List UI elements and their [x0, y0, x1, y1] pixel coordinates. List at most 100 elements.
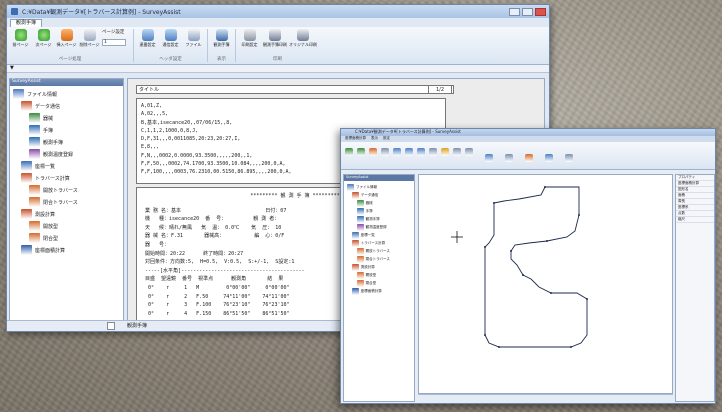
ribbon-tool-icon[interactable] [505, 154, 513, 162]
tree-item-label: 座標面積計算 [360, 288, 382, 293]
tree-item-icon [356, 223, 364, 231]
tree-item[interactable]: 開放トラバース [347, 247, 411, 255]
tree-item-label: 観測手簿 [43, 139, 64, 146]
ribbon-tool-icon[interactable] [525, 154, 533, 162]
boundary-points [484, 186, 588, 348]
tab-observation-book[interactable]: 観測手簿 [10, 19, 43, 27]
tree-item[interactable]: データ通信 [13, 100, 120, 112]
tree-item[interactable]: ファイル情報 [347, 183, 411, 191]
ribbon-tool-icon[interactable] [453, 148, 461, 156]
delete-page-button[interactable]: 削除ページ [79, 29, 100, 56]
close-button[interactable] [535, 7, 546, 16]
tree-item[interactable]: 座標一覧 [347, 231, 411, 239]
page-dropdown[interactable]: 1 [102, 39, 126, 46]
ribbon-tool-icon[interactable] [429, 148, 437, 156]
title-field[interactable]: タイトル [136, 85, 454, 94]
tree-item-icon [21, 209, 32, 219]
tree-item[interactable]: 観測手簿 [13, 136, 120, 148]
ribbon-tool-icon[interactable] [369, 148, 377, 156]
tree-item[interactable]: 閉合トラバース [347, 255, 411, 263]
drawing-canvas[interactable] [418, 174, 673, 394]
tree-item[interactable]: データ通信 [347, 191, 411, 199]
tree-item-label: 閉合トラバース [43, 199, 78, 206]
ribbon-tool-icon[interactable] [485, 154, 493, 162]
book-print-button[interactable]: 観測手簿印刷 [262, 29, 288, 56]
tree-item[interactable]: 測設計算 [347, 263, 411, 271]
print-setting-button[interactable]: 印刷設定 [239, 29, 260, 56]
tree-item-label: 開放トラバース [365, 248, 390, 253]
tree-item[interactable]: トラバース計算 [347, 239, 411, 247]
app-icon [11, 8, 18, 15]
tree-item[interactable]: ファイル情報 [13, 88, 120, 100]
ribbon-2 [341, 142, 715, 170]
tree-item[interactable]: 器械 [13, 112, 120, 124]
area-calc-window: C:¥Data¥観測データ¥[トラバース計算例] - SurveyAssist … [340, 128, 716, 404]
file-button[interactable]: ファイル [183, 29, 204, 56]
tree-item[interactable]: 観測温度登録 [13, 148, 120, 160]
ribbon-tool-icon[interactable] [565, 154, 573, 162]
tree-item[interactable]: 閉合型 [347, 279, 411, 287]
tree-item[interactable]: 開放型 [347, 271, 411, 279]
maximize-button[interactable] [522, 7, 533, 16]
ribbon-tool-icon[interactable] [393, 148, 401, 156]
ribbon-tool-icon[interactable] [357, 148, 365, 156]
tree-item[interactable]: 手簿 [347, 207, 411, 215]
observation-book-button[interactable]: 観測手簿 [211, 29, 232, 56]
status-toggle[interactable] [107, 322, 115, 330]
tree-item-icon [13, 89, 24, 99]
minimize-button[interactable] [509, 7, 520, 16]
tree-item-icon [356, 215, 364, 223]
tree-item-label: 開放トラバース [43, 187, 78, 194]
group-page: 前ページ 次ページ 挿入ページ 削除ページ ページ設定 1 ページ処理 [10, 29, 134, 62]
serial-setting-button[interactable]: 連番設定 [137, 29, 158, 56]
tree-item-icon [29, 233, 40, 243]
serial-icon [141, 29, 154, 41]
ribbon-tool-icon[interactable] [405, 148, 413, 156]
tree-item-icon [21, 101, 32, 111]
tree-item-label: 測設計算 [360, 264, 375, 269]
tree-item-label: 観測温度登録 [365, 224, 387, 229]
ribbon-tool-icon[interactable] [345, 148, 353, 156]
delete-page-icon [83, 29, 96, 41]
quick-bar[interactable]: ▼ [7, 65, 549, 73]
tree-item-icon [356, 207, 364, 215]
tree-item[interactable]: 閉合トラバース [13, 196, 120, 208]
tree-item[interactable]: 観測温度登録 [347, 223, 411, 231]
tree-item[interactable]: 開放トラバース [13, 184, 120, 196]
next-page-button[interactable]: 次ページ [33, 29, 54, 56]
ribbon-tool-icon[interactable] [465, 148, 473, 156]
tree-item-icon [351, 263, 359, 271]
ribbon-tool-icon[interactable] [441, 148, 449, 156]
ribbon-tool-icon[interactable] [417, 148, 425, 156]
tree-item-label: 器械 [43, 115, 54, 122]
tree-item[interactable]: 閉合型 [13, 232, 120, 244]
ribbon-tool-icon[interactable] [381, 148, 389, 156]
tree-item-label: 閉合型 [365, 280, 377, 285]
insert-page-icon [60, 29, 73, 41]
group-header: 連番設定 通信設定 ファイル ヘッダ設定 [137, 29, 208, 62]
printer-icon [243, 29, 256, 41]
group-view: 観測手簿 表示 [211, 29, 236, 62]
tree-item-icon [347, 183, 354, 191]
tree-item[interactable]: 座標一覧 [13, 160, 120, 172]
tree-item[interactable]: 座標面積計算 [13, 244, 120, 256]
original-print-button[interactable]: オリジナル印刷 [289, 29, 317, 56]
tree-item[interactable]: トラバース計算 [13, 172, 120, 184]
tree-item[interactable]: 器械 [347, 199, 411, 207]
property-panel: プロパティ 座標面積計算 図形名 面積 周長 座標系 点数 縮尺 [675, 174, 715, 402]
comm-setting-button[interactable]: 通信設定 [160, 29, 181, 56]
tree-item[interactable]: 手簿 [13, 124, 120, 136]
tree-item[interactable]: 座標面積計算 [347, 287, 411, 295]
original-print-icon [297, 29, 309, 41]
insert-page-button[interactable]: 挿入ページ [56, 29, 77, 56]
tree-item[interactable]: 観測手簿 [347, 215, 411, 223]
prev-page-button[interactable]: 前ページ [10, 29, 31, 56]
tree-item-label: 観測手簿 [365, 216, 380, 221]
tree-item-icon [29, 125, 40, 135]
ribbon-tool-icon[interactable] [545, 154, 553, 162]
tree-item[interactable]: 測設計算 [13, 208, 120, 220]
tree-item-icon [29, 197, 40, 207]
tree-item[interactable]: 開放型 [13, 220, 120, 232]
file-icon [187, 29, 200, 41]
tree-item-label: トラバース計算 [360, 240, 386, 245]
